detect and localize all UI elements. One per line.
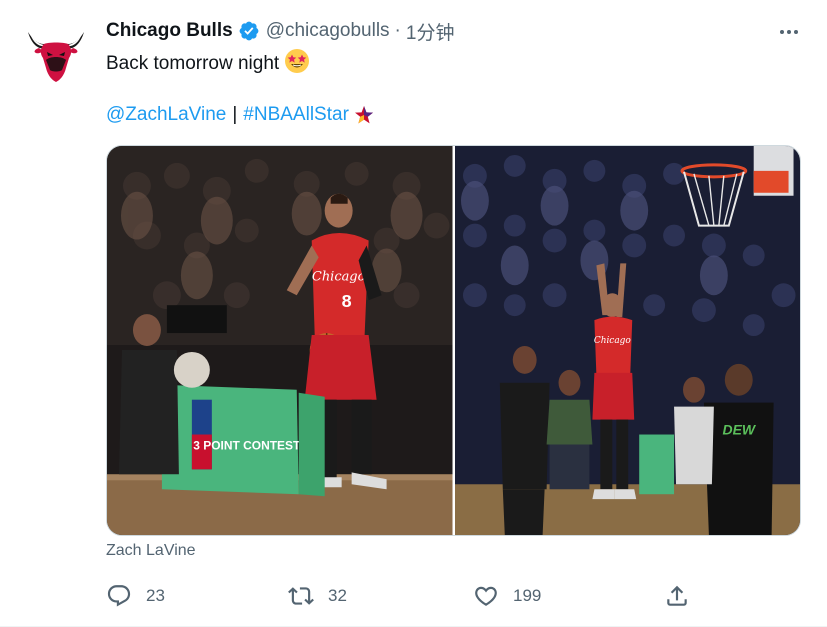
photo-lavine-3pt-contest[interactable]: Chicago 8 3 POINT CONTEST [107, 146, 453, 535]
tagged-user[interactable]: Zach LaVine [106, 542, 196, 560]
reply-button[interactable]: 23 [106, 580, 165, 612]
tweet-timestamp[interactable]: 1分钟 [406, 18, 455, 45]
share-button[interactable] [664, 580, 704, 612]
tweet-text: Back tomorrow night [106, 48, 310, 77]
like-count: 199 [513, 586, 542, 605]
like-button[interactable]: 199 [473, 580, 541, 612]
all-star-icon [354, 105, 374, 125]
header-separator: · [394, 20, 401, 41]
svg-text:DEW: DEW [722, 422, 756, 438]
verified-badge-icon [238, 20, 260, 42]
bull-logo-icon[interactable] [22, 22, 90, 90]
more-options-icon[interactable] [777, 20, 801, 44]
star-struck-emoji-icon [284, 48, 310, 74]
svg-text:Chicago: Chicago [312, 269, 366, 284]
mention-link[interactable]: @ZachLaVine [106, 102, 226, 128]
svg-text:8: 8 [342, 291, 352, 311]
hashtag-link[interactable]: #NBAAllStar [243, 102, 349, 128]
signage-text: 3 POINT CONTEST [193, 438, 301, 452]
svg-text:Chicago: Chicago [593, 336, 630, 346]
reply-icon [107, 585, 131, 607]
account-name[interactable]: Chicago Bulls [106, 20, 233, 42]
tweet-actions: 23 32 199 [106, 580, 706, 612]
tweet-links: @ZachLaVine | #NBAAllStar [106, 102, 374, 128]
share-icon [667, 585, 687, 606]
tweet-header: Chicago Bulls @chicagobulls · 1分钟 [106, 18, 454, 44]
retweet-button[interactable]: 32 [288, 580, 347, 612]
heart-icon [475, 586, 497, 606]
media-grid[interactable]: Chicago 8 3 POINT CONTEST Chicago DEW [106, 145, 801, 536]
tweet-body: Back tomorrow night [106, 53, 280, 74]
account-handle[interactable]: @chicagobulls [266, 20, 390, 42]
reply-count: 23 [146, 586, 165, 605]
link-divider: | [232, 104, 238, 125]
tweet-card[interactable]: Chicago Bulls @chicagobulls · 1分钟 Back t… [0, 0, 827, 627]
retweet-icon [288, 587, 314, 605]
photo-lavine-celebrating[interactable]: Chicago DEW [454, 146, 800, 535]
retweet-count: 32 [328, 586, 347, 605]
